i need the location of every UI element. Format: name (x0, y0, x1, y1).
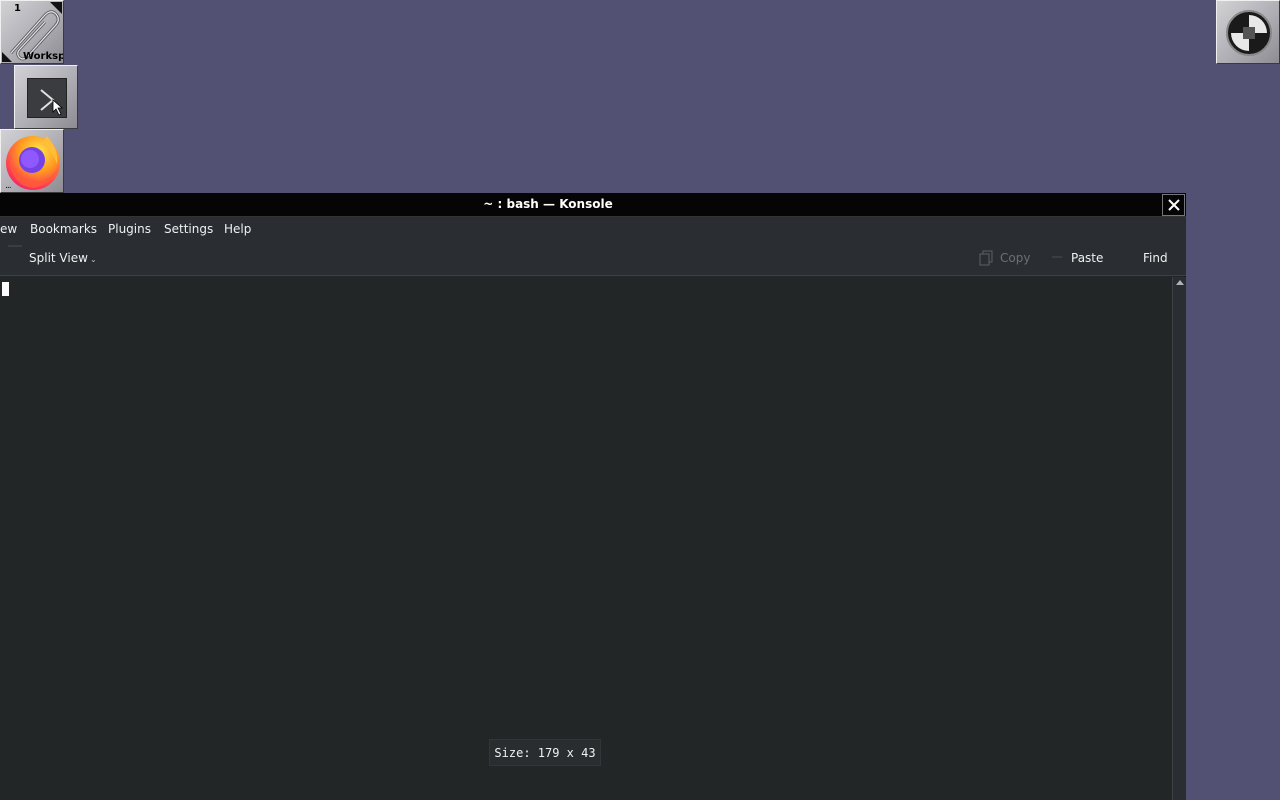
paste-icon (1052, 256, 1062, 258)
copy-icon (979, 250, 993, 266)
launcher-dots: ... (5, 181, 12, 191)
app-logo-icon (1226, 10, 1272, 56)
terminal-launcher[interactable] (14, 65, 78, 129)
clip-prev-arrow[interactable] (2, 52, 12, 62)
find-button[interactable]: Find (1143, 251, 1168, 265)
workspace-number: 1 (14, 3, 21, 14)
konsole-window: ~ : bash — Konsole ew Bookmarks Plugins … (0, 193, 1186, 800)
terminal-icon (27, 78, 67, 118)
terminal-size-popup: Size: 179 x 43 (489, 739, 601, 766)
menu-help[interactable]: Help (224, 222, 251, 236)
workspace-clip[interactable]: 1 Worksp (0, 0, 64, 64)
clip-next-arrow[interactable] (50, 2, 62, 14)
menu-plugins[interactable]: Plugins (108, 222, 151, 236)
close-icon (1167, 199, 1180, 211)
close-button[interactable] (1162, 194, 1185, 216)
menu-bookmarks[interactable]: Bookmarks (30, 222, 97, 236)
split-view-icon (8, 245, 22, 247)
chevron-down-icon[interactable]: ⌄ (90, 255, 97, 264)
vertical-scrollbar[interactable] (1172, 277, 1186, 800)
menu-settings[interactable]: Settings (164, 222, 213, 236)
window-title: ~ : bash — Konsole (483, 197, 613, 211)
firefox-launcher[interactable]: ... (0, 129, 64, 193)
terminal-area[interactable]: Size: 179 x 43 (0, 277, 1172, 800)
scroll-up-icon[interactable] (1176, 280, 1184, 285)
menu-view[interactable]: ew (0, 222, 17, 236)
menu-bar: ew Bookmarks Plugins Settings Help (0, 217, 1186, 241)
title-bar[interactable]: ~ : bash — Konsole (0, 193, 1186, 217)
workspace-name: Worksp (23, 51, 64, 62)
split-view-button[interactable]: Split View (29, 251, 88, 265)
app-launcher-right[interactable] (1216, 0, 1280, 64)
paste-button[interactable]: Paste (1071, 251, 1103, 265)
text-cursor (2, 282, 9, 296)
copy-button[interactable]: Copy (1000, 251, 1030, 265)
toolbar: Split View ⌄ Copy Paste Find (0, 241, 1186, 276)
